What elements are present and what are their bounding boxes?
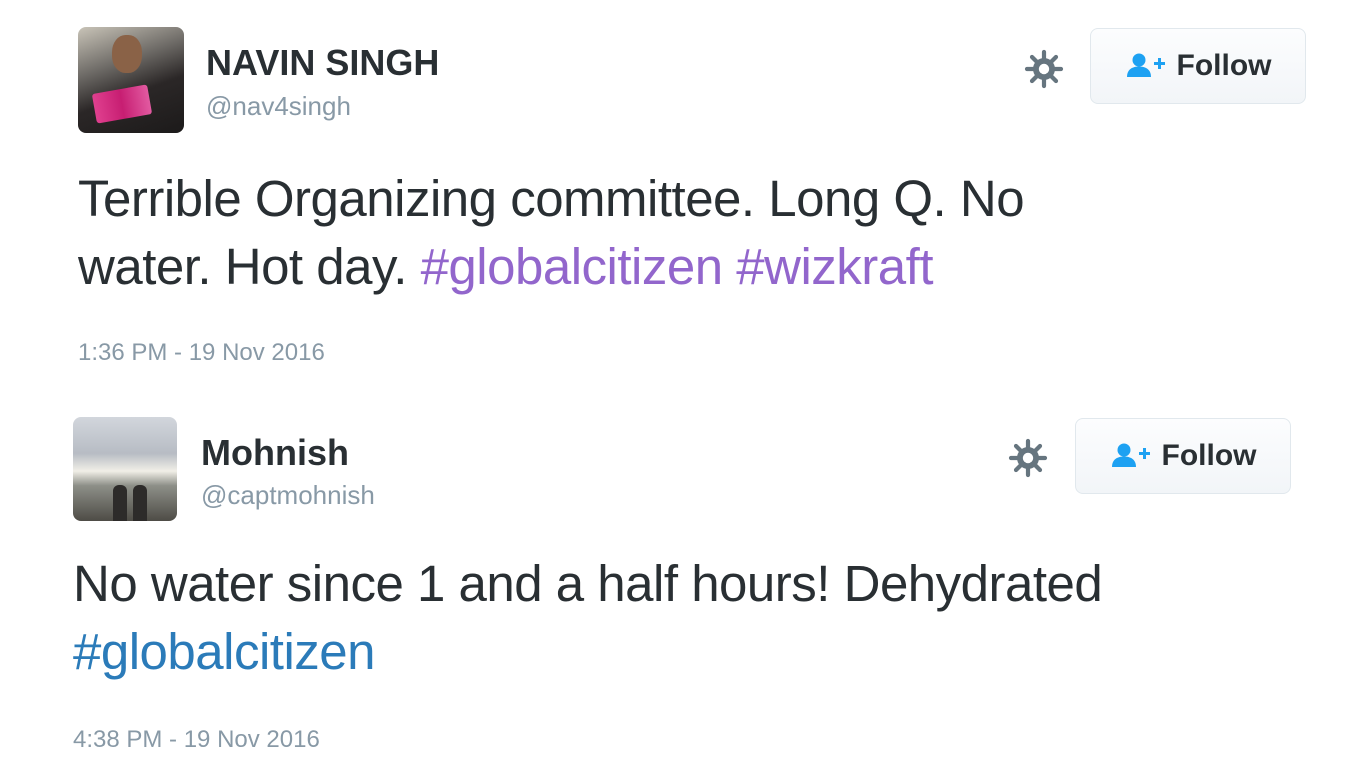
tweet-card: Mohnish @captmohnish Follow No water sin… bbox=[0, 392, 1366, 768]
tweet-card: NAVIN SINGH @nav4singh Follow Terrible O… bbox=[0, 0, 1366, 392]
follow-label: Follow bbox=[1176, 49, 1272, 82]
hashtag-link[interactable]: #globalcitizen bbox=[421, 238, 724, 295]
follow-person-plus-icon bbox=[1126, 53, 1165, 77]
hashtag-link[interactable]: #globalcitizen bbox=[73, 623, 376, 680]
avatar-figure bbox=[133, 485, 147, 521]
avatar[interactable] bbox=[78, 27, 184, 133]
timestamp[interactable]: 1:36 PM - 19 Nov 2016 bbox=[78, 339, 325, 367]
tweet-text-segment: water. Hot day. bbox=[78, 238, 421, 295]
follow-button[interactable]: Follow bbox=[1075, 418, 1291, 494]
avatar-face bbox=[112, 35, 142, 73]
user-handle[interactable]: @nav4singh bbox=[206, 91, 351, 121]
tweet-text-line: #globalcitizen bbox=[73, 618, 1102, 686]
user-handle[interactable]: @captmohnish bbox=[201, 480, 375, 510]
tweet-text-line: Terrible Organizing committee. Long Q. N… bbox=[78, 170, 1025, 227]
gear-icon[interactable] bbox=[1024, 49, 1064, 89]
avatar-figure bbox=[113, 485, 127, 521]
follow-person-plus-icon bbox=[1111, 443, 1150, 467]
avatar-shirt-print bbox=[91, 84, 153, 124]
tweet-text: No water since 1 and a half hours! Dehyd… bbox=[73, 550, 1103, 686]
tweet-text-line: water. Hot day. #globalcitizen #wizkraft bbox=[78, 233, 1024, 301]
tweet-text: Terrible Organizing committee. Long Q. N… bbox=[78, 165, 1025, 301]
display-name[interactable]: Mohnish bbox=[201, 433, 349, 473]
timestamp[interactable]: 4:38 PM - 19 Nov 2016 bbox=[73, 726, 320, 754]
avatar[interactable] bbox=[73, 417, 177, 521]
follow-button[interactable]: Follow bbox=[1090, 28, 1306, 104]
follow-label: Follow bbox=[1161, 439, 1257, 472]
tweet-text-line: No water since 1 and a half hours! Dehyd… bbox=[73, 555, 1103, 612]
gear-icon[interactable] bbox=[1008, 438, 1048, 478]
display-name[interactable]: NAVIN SINGH bbox=[206, 43, 439, 83]
hashtag-link[interactable]: #wizkraft bbox=[736, 238, 933, 295]
